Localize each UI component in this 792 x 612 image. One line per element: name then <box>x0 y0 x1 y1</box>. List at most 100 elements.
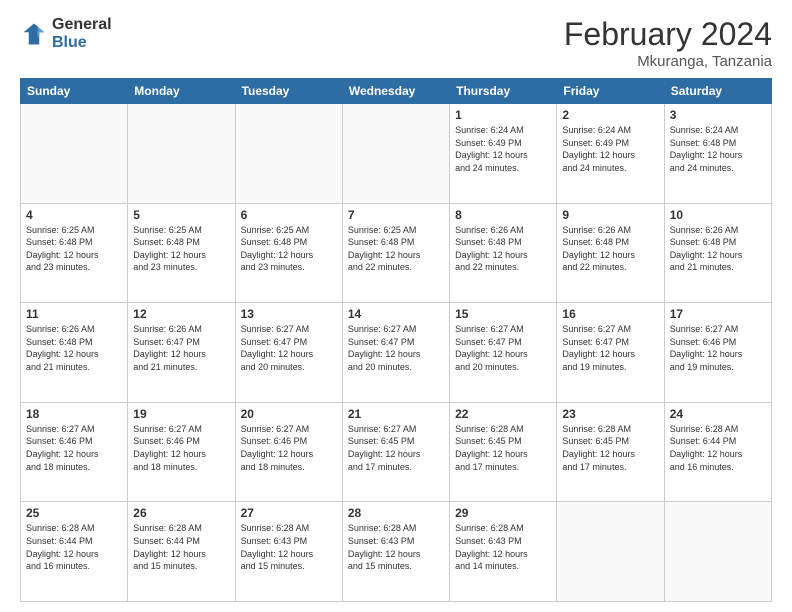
day-info: Sunrise: 6:27 AM Sunset: 6:47 PM Dayligh… <box>348 323 444 373</box>
calendar-cell: 16Sunrise: 6:27 AM Sunset: 6:47 PM Dayli… <box>557 303 664 403</box>
calendar-cell: 19 Sunrise: 6:27 AM Sunset: 6:46 PM Dayli… <box>128 402 235 502</box>
calendar-table: SundayMondayTuesdayWednesdayThursdayFrid… <box>20 78 772 602</box>
calendar-week-4: 18Sunrise: 6:27 AM Sunset: 6:46 PM Dayli… <box>21 402 772 502</box>
day-info: Sunrise: 6:25 AM Sunset: 6:48 PM Dayligh… <box>241 224 337 274</box>
day-number: 13 <box>241 307 337 321</box>
calendar-subtitle: Mkuranga, Tanzania <box>564 53 772 70</box>
day-number: 12 <box>133 307 229 321</box>
day-number: 11 <box>26 307 122 321</box>
day-info: Sunrise: 6:27 AM Sunset: 6:45 PM Dayligh… <box>348 423 444 473</box>
title-block: February 2024 Mkuranga, Tanzania <box>564 16 772 70</box>
header-friday: Friday <box>557 79 664 104</box>
calendar-week-1: 1 Sunrise: 6:24 AM Sunset: 6:49 PM Daylig… <box>21 104 772 204</box>
day-info: Sunrise: 6:24 AM Sunset: 6:49 PM Dayligh… <box>455 124 551 174</box>
calendar-cell <box>342 104 449 204</box>
day-info: Sunrise: 6:28 AM Sunset: 6:43 PM Dayligh… <box>241 522 337 572</box>
calendar-cell: 8 Sunrise: 6:26 AM Sunset: 6:48 PM Daylig… <box>450 203 557 303</box>
day-info: Sunrise: 6:28 AM Sunset: 6:44 PM Dayligh… <box>26 522 122 572</box>
calendar-cell: 11Sunrise: 6:26 AM Sunset: 6:48 PM Dayli… <box>21 303 128 403</box>
day-info: Sunrise: 6:27 AM Sunset: 6:46 PM Dayligh… <box>241 423 337 473</box>
logo-general: General <box>52 16 112 34</box>
header-thursday: Thursday <box>450 79 557 104</box>
day-number: 2 <box>562 108 658 122</box>
calendar-cell: 3Sunrise: 6:24 AM Sunset: 6:48 PM Daylig… <box>664 104 771 204</box>
calendar-cell: 24 Sunrise: 6:28 AM Sunset: 6:44 PM Dayli… <box>664 402 771 502</box>
day-info: Sunrise: 6:24 AM Sunset: 6:49 PM Dayligh… <box>562 124 658 174</box>
day-info: Sunrise: 6:27 AM Sunset: 6:47 PM Dayligh… <box>455 323 551 373</box>
calendar-week-5: 25 Sunrise: 6:28 AM Sunset: 6:44 PM Dayli… <box>21 502 772 602</box>
day-info: Sunrise: 6:28 AM Sunset: 6:44 PM Dayligh… <box>133 522 229 572</box>
calendar-cell: 1 Sunrise: 6:24 AM Sunset: 6:49 PM Daylig… <box>450 104 557 204</box>
calendar-title: February 2024 <box>564 16 772 53</box>
day-info: Sunrise: 6:26 AM Sunset: 6:48 PM Dayligh… <box>670 224 766 274</box>
day-number: 5 <box>133 208 229 222</box>
day-number: 20 <box>241 407 337 421</box>
calendar-cell: 28Sunrise: 6:28 AM Sunset: 6:43 PM Dayli… <box>342 502 449 602</box>
calendar-cell: 21 Sunrise: 6:27 AM Sunset: 6:45 PM Dayli… <box>342 402 449 502</box>
day-number: 24 <box>670 407 766 421</box>
calendar-cell: 10Sunrise: 6:26 AM Sunset: 6:48 PM Dayli… <box>664 203 771 303</box>
calendar-cell <box>21 104 128 204</box>
day-info: Sunrise: 6:28 AM Sunset: 6:45 PM Dayligh… <box>455 423 551 473</box>
calendar-cell: 14 Sunrise: 6:27 AM Sunset: 6:47 PM Dayli… <box>342 303 449 403</box>
calendar-cell: 29Sunrise: 6:28 AM Sunset: 6:43 PM Dayli… <box>450 502 557 602</box>
calendar-cell <box>128 104 235 204</box>
calendar-week-2: 4 Sunrise: 6:25 AM Sunset: 6:48 PM Daylig… <box>21 203 772 303</box>
day-info: Sunrise: 6:25 AM Sunset: 6:48 PM Dayligh… <box>133 224 229 274</box>
calendar-cell: 2 Sunrise: 6:24 AM Sunset: 6:49 PM Daylig… <box>557 104 664 204</box>
calendar-cell: 26 Sunrise: 6:28 AM Sunset: 6:44 PM Dayli… <box>128 502 235 602</box>
day-info: Sunrise: 6:24 AM Sunset: 6:48 PM Dayligh… <box>670 124 766 174</box>
header-tuesday: Tuesday <box>235 79 342 104</box>
day-info: Sunrise: 6:25 AM Sunset: 6:48 PM Dayligh… <box>26 224 122 274</box>
day-number: 22 <box>455 407 551 421</box>
logo: General Blue <box>20 16 112 51</box>
day-number: 25 <box>26 506 122 520</box>
calendar-cell: 15 Sunrise: 6:27 AM Sunset: 6:47 PM Dayli… <box>450 303 557 403</box>
calendar-week-3: 11Sunrise: 6:26 AM Sunset: 6:48 PM Dayli… <box>21 303 772 403</box>
day-number: 1 <box>455 108 551 122</box>
calendar-cell <box>557 502 664 602</box>
calendar-cell: 7 Sunrise: 6:25 AM Sunset: 6:48 PM Daylig… <box>342 203 449 303</box>
calendar-header-row: SundayMondayTuesdayWednesdayThursdayFrid… <box>21 79 772 104</box>
day-number: 23 <box>562 407 658 421</box>
day-info: Sunrise: 6:27 AM Sunset: 6:47 PM Dayligh… <box>241 323 337 373</box>
day-number: 4 <box>26 208 122 222</box>
day-number: 19 <box>133 407 229 421</box>
calendar-cell: 12Sunrise: 6:26 AM Sunset: 6:47 PM Dayli… <box>128 303 235 403</box>
header-saturday: Saturday <box>664 79 771 104</box>
day-number: 6 <box>241 208 337 222</box>
calendar-cell: 6 Sunrise: 6:25 AM Sunset: 6:48 PM Daylig… <box>235 203 342 303</box>
day-info: Sunrise: 6:26 AM Sunset: 6:48 PM Dayligh… <box>455 224 551 274</box>
day-number: 26 <box>133 506 229 520</box>
day-info: Sunrise: 6:28 AM Sunset: 6:44 PM Dayligh… <box>670 423 766 473</box>
logo-text: General Blue <box>52 16 112 51</box>
day-info: Sunrise: 6:28 AM Sunset: 6:45 PM Dayligh… <box>562 423 658 473</box>
calendar-cell: 20 Sunrise: 6:27 AM Sunset: 6:46 PM Dayli… <box>235 402 342 502</box>
header: General Blue February 2024 Mkuranga, Tan… <box>20 16 772 70</box>
calendar-cell: 22 Sunrise: 6:28 AM Sunset: 6:45 PM Dayli… <box>450 402 557 502</box>
day-info: Sunrise: 6:26 AM Sunset: 6:48 PM Dayligh… <box>562 224 658 274</box>
calendar-cell: 25 Sunrise: 6:28 AM Sunset: 6:44 PM Dayli… <box>21 502 128 602</box>
day-number: 14 <box>348 307 444 321</box>
header-wednesday: Wednesday <box>342 79 449 104</box>
logo-icon <box>20 20 48 48</box>
calendar-cell: 9 Sunrise: 6:26 AM Sunset: 6:48 PM Daylig… <box>557 203 664 303</box>
day-info: Sunrise: 6:27 AM Sunset: 6:46 PM Dayligh… <box>26 423 122 473</box>
page: General Blue February 2024 Mkuranga, Tan… <box>0 0 792 612</box>
day-number: 8 <box>455 208 551 222</box>
header-monday: Monday <box>128 79 235 104</box>
day-number: 16 <box>562 307 658 321</box>
day-info: Sunrise: 6:27 AM Sunset: 6:46 PM Dayligh… <box>670 323 766 373</box>
day-number: 7 <box>348 208 444 222</box>
day-number: 9 <box>562 208 658 222</box>
calendar-cell <box>235 104 342 204</box>
calendar-cell: 5 Sunrise: 6:25 AM Sunset: 6:48 PM Daylig… <box>128 203 235 303</box>
day-number: 29 <box>455 506 551 520</box>
day-number: 15 <box>455 307 551 321</box>
day-number: 27 <box>241 506 337 520</box>
day-info: Sunrise: 6:25 AM Sunset: 6:48 PM Dayligh… <box>348 224 444 274</box>
day-number: 21 <box>348 407 444 421</box>
day-number: 17 <box>670 307 766 321</box>
day-info: Sunrise: 6:28 AM Sunset: 6:43 PM Dayligh… <box>348 522 444 572</box>
day-info: Sunrise: 6:27 AM Sunset: 6:46 PM Dayligh… <box>133 423 229 473</box>
